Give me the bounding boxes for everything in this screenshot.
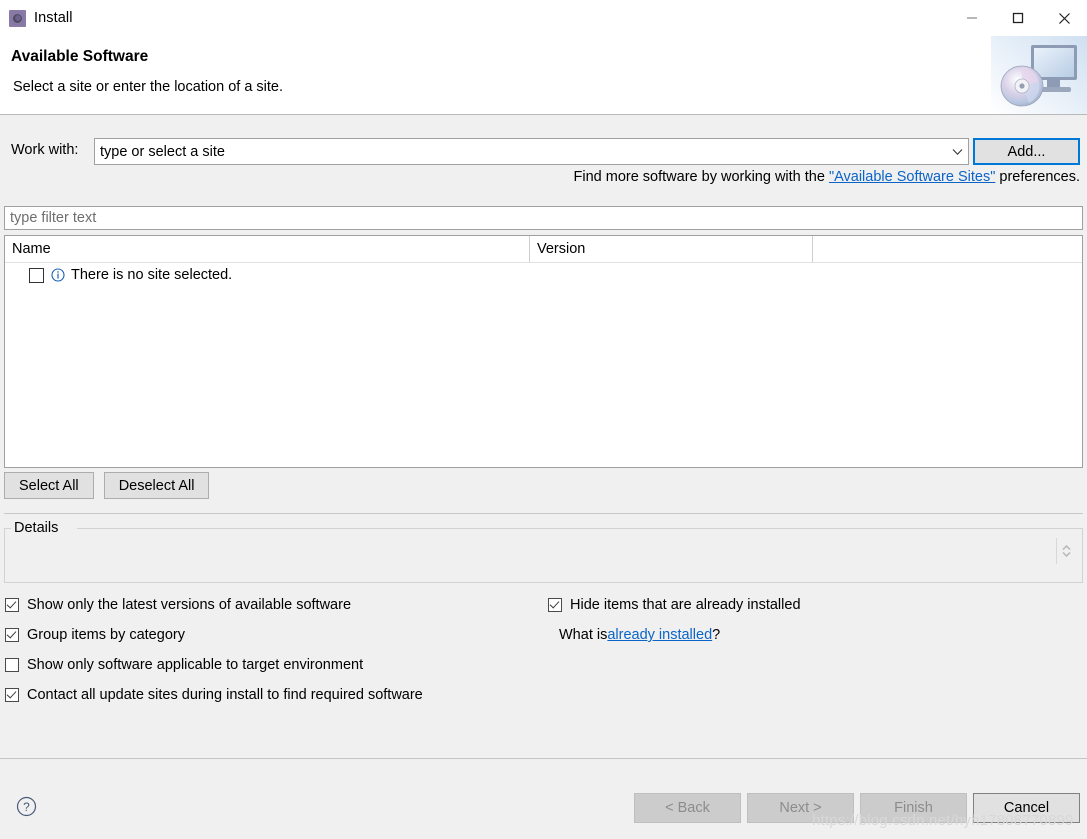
work-with-row: Work with: type or select a site Add... (0, 138, 1087, 165)
deselect-all-button[interactable]: Deselect All (103, 472, 210, 499)
details-group: Details (4, 520, 1083, 583)
horizontal-divider (4, 513, 1083, 514)
option-hide-installed-items[interactable]: Hide items that are already installed (548, 597, 801, 613)
dialog-header: Available Software Select a site or ente… (0, 36, 1087, 115)
column-header-blank[interactable] (812, 236, 1082, 262)
finish-button[interactable]: Finish (860, 793, 967, 823)
window-titlebar: Install (0, 0, 1087, 36)
help-question-icon[interactable]: ? (16, 796, 37, 817)
cancel-button[interactable]: Cancel (973, 793, 1080, 823)
dialog-footer: ? < Back Next > Finish Cancel (0, 758, 1087, 839)
option-label: Group items by category (27, 627, 185, 643)
window-title: Install (34, 10, 73, 26)
monitor-with-disc-image (991, 36, 1087, 114)
footer-buttons: < Back Next > Finish Cancel (628, 793, 1080, 823)
find-more-suffix: preferences. (995, 169, 1080, 185)
already-installed-link[interactable]: already installed (607, 627, 712, 643)
selection-buttons: Select All Deselect All (4, 472, 215, 499)
what-is-already-installed-text: What is already installed? (559, 627, 720, 643)
checkbox-group-by-category[interactable] (5, 628, 19, 642)
svg-text:?: ? (23, 800, 30, 814)
filter-input[interactable]: type filter text (4, 206, 1083, 230)
checkbox-hide-installed-items[interactable] (548, 598, 562, 612)
chevron-down-icon[interactable] (946, 148, 968, 156)
add-site-button[interactable]: Add... (973, 138, 1080, 165)
option-label: Show only the latest versions of availab… (27, 597, 352, 613)
select-all-button[interactable]: Select All (4, 472, 94, 499)
available-software-sites-link[interactable]: "Available Software Sites" (829, 169, 995, 185)
row-name-text: There is no site selected. (71, 267, 233, 283)
page-subtitle: Select a site or enter the location of a… (13, 79, 284, 95)
work-with-label: Work with: (11, 142, 79, 158)
checkbox-show-latest-versions[interactable] (5, 598, 19, 612)
back-button[interactable]: < Back (634, 793, 741, 823)
table-row[interactable]: There is no site selected. (5, 263, 1082, 287)
window-controls (949, 0, 1087, 36)
details-box (4, 528, 1083, 583)
details-legend: Details (14, 520, 59, 536)
option-show-latest-versions[interactable]: Show only the latest versions of availab… (5, 597, 351, 613)
option-label: Contact all update sites during install … (27, 687, 423, 703)
install-gear-icon (9, 9, 26, 27)
option-applicable-to-target[interactable]: Show only software applicable to target … (5, 657, 363, 673)
checkbox-contact-all-update-sites[interactable] (5, 688, 19, 702)
maximize-icon[interactable] (995, 0, 1041, 36)
next-button[interactable]: Next > (747, 793, 854, 823)
work-with-combo[interactable]: type or select a site (94, 138, 969, 165)
dialog-body: Work with: type or select a site Add... … (0, 116, 1087, 758)
page-title: Available Software (11, 48, 149, 65)
what-is-prefix: What is (559, 627, 608, 643)
find-more-software-text: Find more software by working with the "… (574, 169, 1081, 185)
table-header-row: Name Version (5, 236, 1082, 263)
row-checkbox[interactable] (29, 267, 44, 283)
checkbox-applicable-to-target[interactable] (5, 658, 19, 672)
option-label: Hide items that are already installed (570, 597, 801, 613)
column-header-version[interactable]: Version (529, 236, 812, 262)
option-contact-all-update-sites[interactable]: Contact all update sites during install … (5, 687, 423, 703)
column-header-name[interactable]: Name (5, 236, 529, 262)
filter-placeholder: type filter text (10, 210, 97, 226)
close-icon[interactable] (1041, 0, 1087, 36)
option-label: Show only software applicable to target … (27, 657, 364, 673)
info-icon (51, 268, 65, 282)
find-more-prefix: Find more software by working with the (573, 169, 829, 185)
work-with-value: type or select a site (100, 143, 225, 160)
available-software-table[interactable]: Name Version There is no site selected. (4, 235, 1083, 468)
option-group-by-category[interactable]: Group items by category (5, 627, 185, 643)
what-is-suffix: ? (712, 627, 721, 643)
up-down-chevrons-icon[interactable] (1056, 538, 1075, 564)
minimize-icon[interactable] (949, 0, 995, 36)
